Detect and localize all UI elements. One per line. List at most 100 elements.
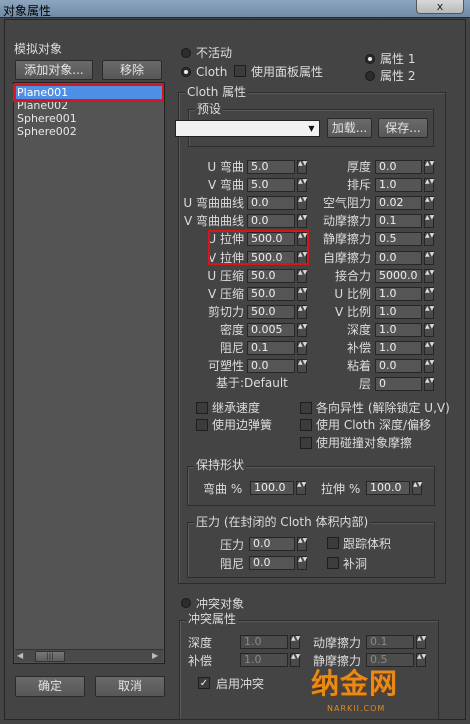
collision-static-friction-spinner[interactable]: ▲▼: [416, 653, 426, 667]
object-list[interactable]: Plane001 Plane002 Sphere001 Sphere002: [13, 82, 165, 664]
preset-dropdown[interactable]: ▼: [175, 120, 320, 137]
left-param-input[interactable]: 0.0: [247, 214, 295, 228]
left-param-input[interactable]: 500.0: [247, 232, 295, 246]
pressure-damping-label: 阻尼: [219, 557, 244, 571]
collision-depth-input[interactable]: 1.0: [240, 635, 288, 649]
pressure-input[interactable]: 0.0: [249, 537, 295, 551]
track-volume-checkbox[interactable]: [327, 537, 339, 549]
right-param-input[interactable]: 1.0: [375, 287, 422, 301]
right-param-spinner[interactable]: ▲▼: [424, 269, 434, 283]
right-param-input[interactable]: 1.0: [375, 341, 422, 355]
collision-object-radio[interactable]: [181, 598, 191, 608]
enable-collision-label: 启用冲突: [216, 677, 265, 691]
anisotropic-checkbox[interactable]: [300, 402, 312, 414]
left-param-label: V 弯曲曲线: [183, 214, 244, 228]
right-param-label: 层: [358, 377, 371, 391]
right-param-input[interactable]: 0.5: [375, 232, 422, 246]
list-scrollbar[interactable]: ◀ ||| ▶: [15, 649, 163, 662]
right-param-input[interactable]: 0.02: [375, 196, 422, 210]
right-param-input[interactable]: 0.0: [375, 359, 422, 373]
use-panel-checkbox[interactable]: [234, 65, 246, 77]
bend-percent-spinner[interactable]: ▲▼: [296, 481, 306, 495]
right-param-spinner[interactable]: ▲▼: [424, 287, 434, 301]
left-param-input[interactable]: 0.0: [247, 359, 295, 373]
left-param-input[interactable]: 50.0: [247, 269, 295, 283]
left-param-input[interactable]: 0.005: [247, 323, 295, 337]
scroll-left-icon[interactable]: ◀: [17, 651, 23, 660]
bend-percent-input[interactable]: 100.0: [250, 481, 294, 495]
collision-offset-label: 补偿: [188, 654, 213, 668]
pressure-damping-input[interactable]: 0.0: [249, 556, 295, 570]
scroll-thumb[interactable]: |||: [35, 651, 65, 662]
right-param-spinner[interactable]: ▲▼: [424, 178, 434, 192]
right-param-spinner[interactable]: ▲▼: [424, 305, 434, 319]
inherit-velocity-checkbox[interactable]: [196, 402, 208, 414]
left-param-input[interactable]: 0.1: [247, 341, 295, 355]
close-button[interactable]: x: [416, 0, 464, 14]
list-item-plane001[interactable]: Plane001: [16, 86, 162, 99]
add-object-button[interactable]: 添加对象...: [15, 60, 93, 80]
property2-label: 属性 2: [380, 69, 416, 83]
right-param-input[interactable]: 0.0: [375, 160, 422, 174]
collision-friction-checkbox[interactable]: [300, 437, 312, 449]
property1-radio[interactable]: [365, 54, 375, 64]
enable-collision-checkbox[interactable]: [198, 677, 210, 689]
cloth-radio[interactable]: [181, 67, 191, 77]
list-item-sphere002[interactable]: Sphere002: [16, 125, 162, 138]
right-param-spinner[interactable]: ▲▼: [424, 251, 434, 265]
pressure-spinner[interactable]: ▲▼: [297, 537, 307, 551]
anisotropic-label: 各向异性 (解除锁定 U,V): [316, 401, 450, 415]
right-param-label: 静摩擦力: [322, 232, 371, 246]
ok-button[interactable]: 确定: [15, 676, 85, 697]
inactive-radio[interactable]: [181, 48, 191, 58]
left-param-label: V 弯曲: [207, 178, 244, 192]
scroll-right-icon[interactable]: ▶: [152, 651, 158, 660]
right-param-spinner[interactable]: ▲▼: [424, 160, 434, 174]
right-param-spinner[interactable]: ▲▼: [424, 323, 434, 337]
watermark-logo: 纳金网: [311, 667, 399, 700]
list-item-plane002[interactable]: Plane002: [16, 99, 162, 112]
right-param-spinner[interactable]: ▲▼: [424, 377, 434, 391]
right-param-spinner[interactable]: ▲▼: [424, 196, 434, 210]
right-param-input[interactable]: 5000.0: [375, 269, 422, 283]
property2-radio[interactable]: [365, 71, 375, 81]
preset-save-button[interactable]: 保存...: [378, 118, 428, 138]
right-param-spinner[interactable]: ▲▼: [424, 359, 434, 373]
left-param-input[interactable]: 0.0: [247, 196, 295, 210]
cap-holes-label: 补洞: [343, 557, 368, 571]
collision-offset-spinner[interactable]: ▲▼: [290, 653, 300, 667]
left-param-label: U 弯曲: [207, 160, 244, 174]
right-param-input[interactable]: 1.0: [375, 305, 422, 319]
preset-load-button[interactable]: 加载...: [327, 118, 372, 138]
collision-depth-spinner[interactable]: ▲▼: [290, 635, 300, 649]
right-param-spinner[interactable]: ▲▼: [424, 232, 434, 246]
left-param-input[interactable]: 5.0: [247, 178, 295, 192]
list-item-sphere001[interactable]: Sphere001: [16, 112, 162, 125]
collision-dynamic-friction-input[interactable]: 0.1: [366, 635, 414, 649]
right-param-input[interactable]: 0.1: [375, 214, 422, 228]
stretch-percent-label: 拉伸 %: [321, 482, 361, 496]
pressure-damping-spinner[interactable]: ▲▼: [297, 556, 307, 570]
right-param-spinner[interactable]: ▲▼: [424, 341, 434, 355]
edge-springs-checkbox[interactable]: [196, 419, 208, 431]
left-param-label: V 拉伸: [207, 251, 244, 265]
right-param-label: 动摩擦力: [322, 214, 371, 228]
cancel-button[interactable]: 取消: [95, 676, 165, 697]
right-param-input[interactable]: 0.0: [375, 251, 422, 265]
left-param-input[interactable]: 5.0: [247, 160, 295, 174]
left-param-input[interactable]: 500.0: [247, 251, 295, 265]
cap-holes-checkbox[interactable]: [327, 557, 339, 569]
left-param-input[interactable]: 50.0: [247, 287, 295, 301]
right-param-input[interactable]: 1.0: [375, 178, 422, 192]
right-param-spinner[interactable]: ▲▼: [424, 214, 434, 228]
collision-offset-input[interactable]: 1.0: [240, 653, 288, 667]
stretch-percent-input[interactable]: 100.0: [366, 481, 410, 495]
right-param-input[interactable]: 0: [375, 377, 422, 391]
collision-dynamic-friction-spinner[interactable]: ▲▼: [416, 635, 426, 649]
left-param-input[interactable]: 50.0: [247, 305, 295, 319]
depth-offset-checkbox[interactable]: [300, 419, 312, 431]
remove-object-button[interactable]: 移除: [102, 60, 162, 80]
right-param-input[interactable]: 1.0: [375, 323, 422, 337]
edge-springs-label: 使用边弹簧: [212, 418, 273, 432]
stretch-percent-spinner[interactable]: ▲▼: [412, 481, 422, 495]
